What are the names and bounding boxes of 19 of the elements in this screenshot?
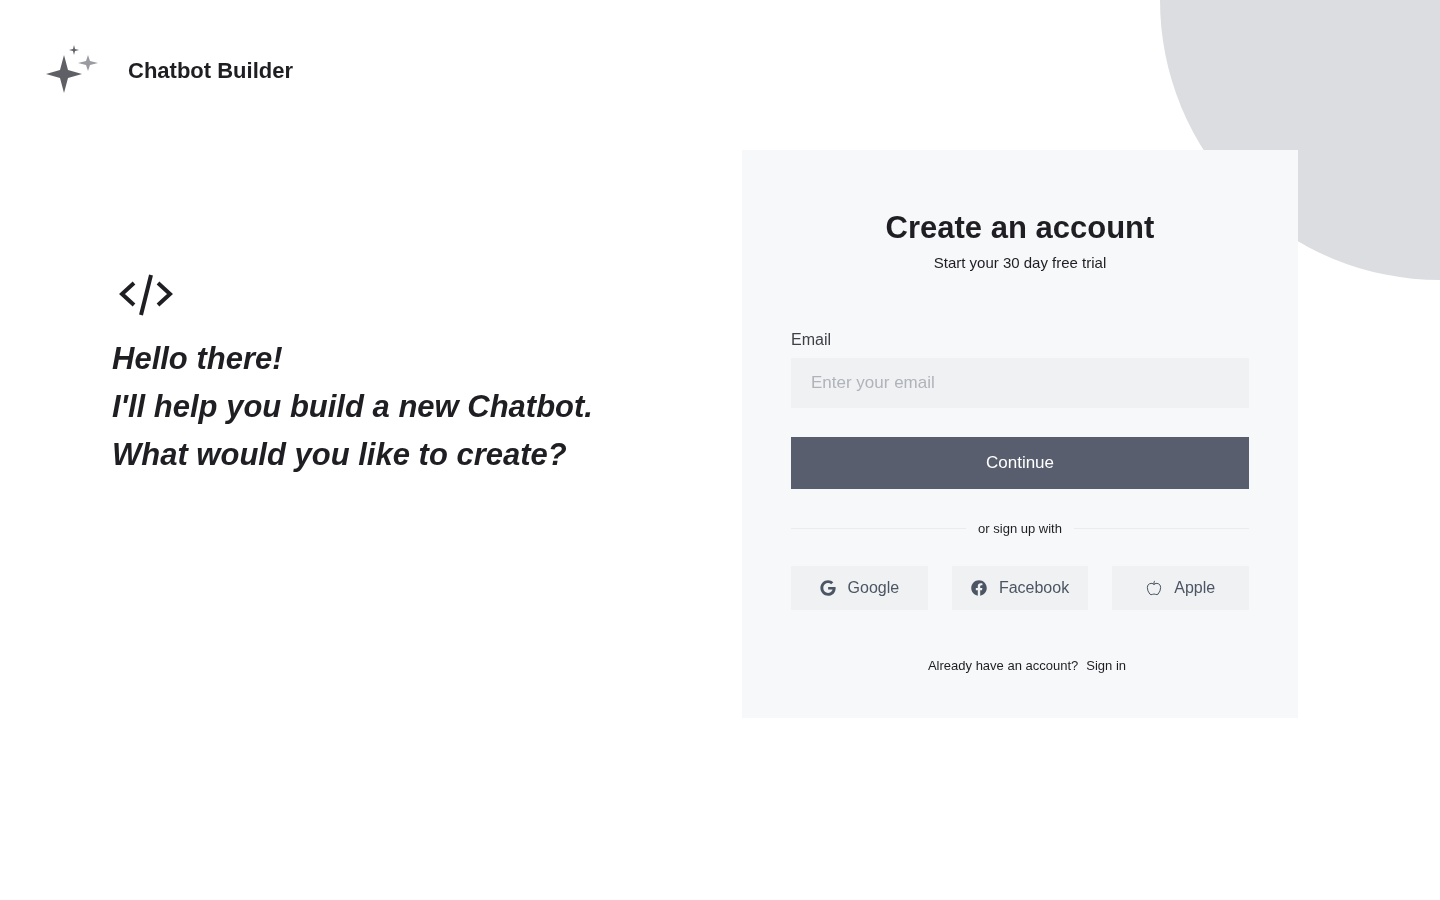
brand-name: Chatbot Builder [128,56,293,85]
greeting-line: I'll help you build a new Chatbot. [112,388,594,426]
apple-icon [1146,580,1163,596]
email-field[interactable]: Enter your email [791,357,1249,408]
greeting-line: Hello there! [112,340,284,378]
code-icon [118,273,174,317]
facebook-icon [970,580,987,596]
email-label: Email [791,329,832,350]
card-subtitle: Start your 30 day free trial [932,253,1108,273]
signin-prompt: Already have an account? [927,657,1079,675]
social-signup-button[interactable]: Google [791,566,928,610]
continue-button[interactable]: Continue [791,436,1249,489]
social-signup-button[interactable]: Facebook [951,566,1089,610]
google-icon [819,580,836,596]
signin-link[interactable]: Sign in [1086,656,1127,676]
divider-text: or sign up with [978,519,1062,538]
social-signup-button[interactable]: Apple [1112,566,1249,610]
greeting-line: What would you like to create? [112,436,568,474]
card-title: Create an account [884,209,1156,247]
